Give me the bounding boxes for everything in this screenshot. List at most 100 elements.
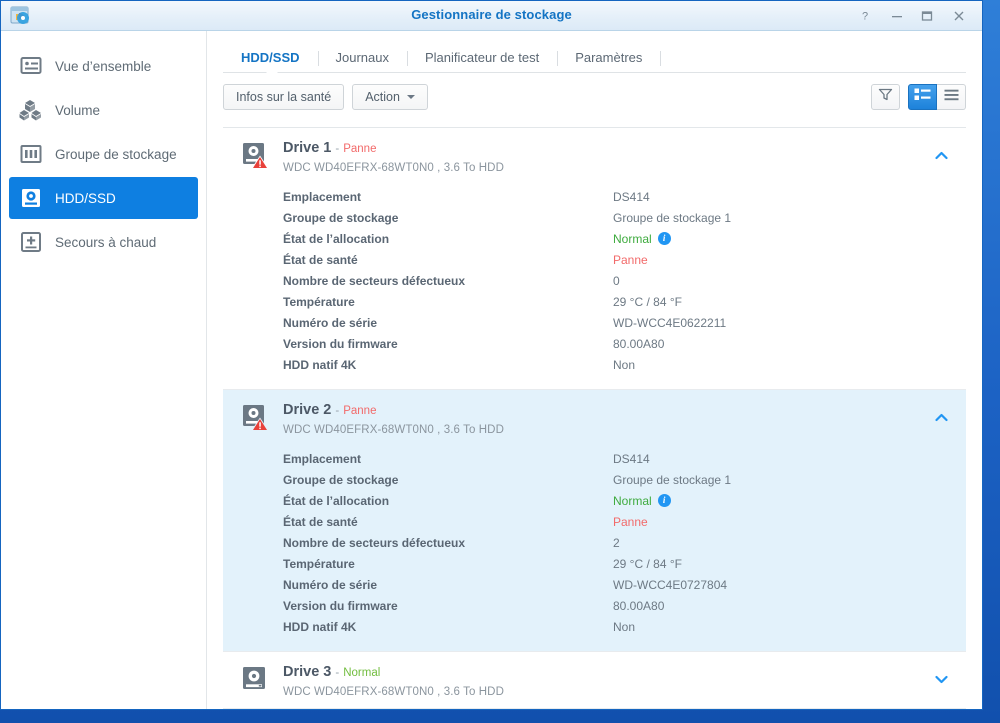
detail-value: WD-WCC4E0727804 xyxy=(613,578,727,592)
drive-header[interactable]: Drive 2-Panne WDC WD40EFRX-68WT0N0 , 3.6… xyxy=(223,390,966,446)
detail-label: Version du firmware xyxy=(283,599,613,613)
detail-label: Groupe de stockage xyxy=(283,473,613,487)
detail-row: Groupe de stockageGroupe de stockage 1 xyxy=(283,469,966,490)
detail-label: Température xyxy=(283,295,613,309)
detail-view-button[interactable] xyxy=(908,84,937,110)
detail-label: Nombre de secteurs défectueux xyxy=(283,536,613,550)
detail-row: État de l’allocationNormali xyxy=(283,490,966,511)
main-panel: HDD/SSD Journaux Planificateur de test P… xyxy=(207,31,982,709)
detail-value: Normal xyxy=(613,494,652,508)
drive-list: Drive 1-Panne WDC WD40EFRX-68WT0N0 , 3.6… xyxy=(223,127,966,709)
chevron-down-icon xyxy=(407,95,415,99)
detail-label: HDD natif 4K xyxy=(283,358,613,372)
detail-label: Température xyxy=(283,557,613,571)
window-title: Gestionnaire de stockage xyxy=(1,7,982,22)
detail-value: Normal xyxy=(613,232,652,246)
drive-name: Drive 3 xyxy=(283,664,331,680)
detail-value: Groupe de stockage 1 xyxy=(613,211,731,225)
detail-row: Température29 °C / 84 °F xyxy=(283,291,966,312)
tab-divider xyxy=(660,51,661,66)
detail-label: Emplacement xyxy=(283,452,613,466)
sidebar-item-hot-spare[interactable]: Secours à chaud xyxy=(9,221,198,263)
tab-hdd-ssd[interactable]: HDD/SSD xyxy=(223,50,318,72)
detail-label: Groupe de stockage xyxy=(283,211,613,225)
action-label: Action xyxy=(365,90,400,104)
drive-item: Drive 3-Normal WDC WD40EFRX-68WT0N0 , 3.… xyxy=(223,652,966,709)
drive-title: Drive 3-Normal xyxy=(283,664,504,681)
storage-manager-window: Gestionnaire de stockage ? xyxy=(0,0,983,710)
drive-details: EmplacementDS414 Groupe de stockageGroup… xyxy=(223,446,966,651)
detail-value: DS414 xyxy=(613,190,650,204)
close-button[interactable] xyxy=(944,1,974,30)
info-icon[interactable]: i xyxy=(658,494,671,507)
detail-value: 29 °C / 84 °F xyxy=(613,557,682,571)
hdd-ssd-icon xyxy=(17,184,45,212)
detail-row: Nombre de secteurs défectueux2 xyxy=(283,532,966,553)
detail-value: WD-WCC4E0622211 xyxy=(613,316,726,330)
detail-row: Numéro de sérieWD-WCC4E0622211 xyxy=(283,312,966,333)
detail-row: Température29 °C / 84 °F xyxy=(283,553,966,574)
detail-value: Panne xyxy=(613,253,648,267)
sidebar-item-hdd-ssd[interactable]: HDD/SSD xyxy=(9,177,198,219)
drive-status: Panne xyxy=(343,143,376,155)
drive-title-block: Drive 3-Normal WDC WD40EFRX-68WT0N0 , 3.… xyxy=(283,664,504,698)
drive-separator: - xyxy=(335,667,339,679)
drive-model: WDC WD40EFRX-68WT0N0 , 3.6 To HDD xyxy=(283,162,504,174)
detail-row: Groupe de stockageGroupe de stockage 1 xyxy=(283,207,966,228)
minimize-button[interactable] xyxy=(882,1,912,30)
detail-row: État de santéPanne xyxy=(283,511,966,532)
sidebar-item-label: Groupe de stockage xyxy=(55,147,177,162)
detail-row: Nombre de secteurs défectueux0 xyxy=(283,270,966,291)
health-info-button[interactable]: Infos sur la santé xyxy=(223,84,344,110)
view-controls xyxy=(871,84,966,110)
drive-separator: - xyxy=(335,405,339,417)
tab-parametres[interactable]: Paramètres xyxy=(557,50,660,72)
sidebar-item-storage-group[interactable]: Groupe de stockage xyxy=(9,133,198,175)
sidebar: Vue d’ensemble xyxy=(1,31,207,709)
window-content: Vue d’ensemble xyxy=(1,31,982,709)
tab-journaux[interactable]: Journaux xyxy=(318,50,407,72)
detail-label: Emplacement xyxy=(283,190,613,204)
chevron-down-icon[interactable] xyxy=(935,671,948,680)
drive-name: Drive 1 xyxy=(283,140,331,156)
chevron-up-icon[interactable] xyxy=(935,409,948,418)
help-button[interactable]: ? xyxy=(850,1,880,30)
detail-value: Non xyxy=(613,620,635,634)
sidebar-item-overview[interactable]: Vue d’ensemble xyxy=(9,45,198,87)
tab-bar: HDD/SSD Journaux Planificateur de test P… xyxy=(223,43,966,72)
hdd-icon xyxy=(241,665,269,693)
action-button[interactable]: Action xyxy=(352,84,428,110)
sidebar-item-label: Vue d’ensemble xyxy=(55,59,151,74)
maximize-button[interactable] xyxy=(912,1,942,30)
toolbar: Infos sur la santé Action xyxy=(223,84,966,110)
filter-button[interactable] xyxy=(871,84,900,110)
hot-spare-icon xyxy=(17,228,45,256)
detail-value: DS414 xyxy=(613,452,650,466)
detail-label: État de l’allocation xyxy=(283,494,613,508)
drive-name: Drive 2 xyxy=(283,402,331,418)
detail-list-view-icon xyxy=(914,88,931,106)
hdd-warning-icon xyxy=(241,403,269,431)
storage-group-icon xyxy=(17,140,45,168)
volume-icon xyxy=(17,96,45,124)
info-icon[interactable]: i xyxy=(658,232,671,245)
tab-planificateur-de-test[interactable]: Planificateur de test xyxy=(407,50,557,72)
detail-label: Version du firmware xyxy=(283,337,613,351)
list-view-button[interactable] xyxy=(937,84,966,110)
drive-item: Drive 1-Panne WDC WD40EFRX-68WT0N0 , 3.6… xyxy=(223,128,966,390)
drive-header[interactable]: Drive 1-Panne WDC WD40EFRX-68WT0N0 , 3.6… xyxy=(223,128,966,184)
sidebar-item-volume[interactable]: Volume xyxy=(9,89,198,131)
detail-value: 80.00A80 xyxy=(613,337,664,351)
detail-value: 2 xyxy=(613,536,620,550)
tab-active-arrow xyxy=(265,71,279,78)
chevron-up-icon[interactable] xyxy=(935,147,948,156)
detail-value: 29 °C / 84 °F xyxy=(613,295,682,309)
drive-title: Drive 1-Panne xyxy=(283,140,504,157)
drive-header[interactable]: Drive 3-Normal WDC WD40EFRX-68WT0N0 , 3.… xyxy=(223,652,966,708)
detail-label: Nombre de secteurs défectueux xyxy=(283,274,613,288)
detail-row: HDD natif 4KNon xyxy=(283,354,966,375)
detail-value: Panne xyxy=(613,515,648,529)
detail-label: État de santé xyxy=(283,253,613,267)
detail-row: Numéro de sérieWD-WCC4E0727804 xyxy=(283,574,966,595)
sidebar-item-label: Secours à chaud xyxy=(55,235,156,250)
